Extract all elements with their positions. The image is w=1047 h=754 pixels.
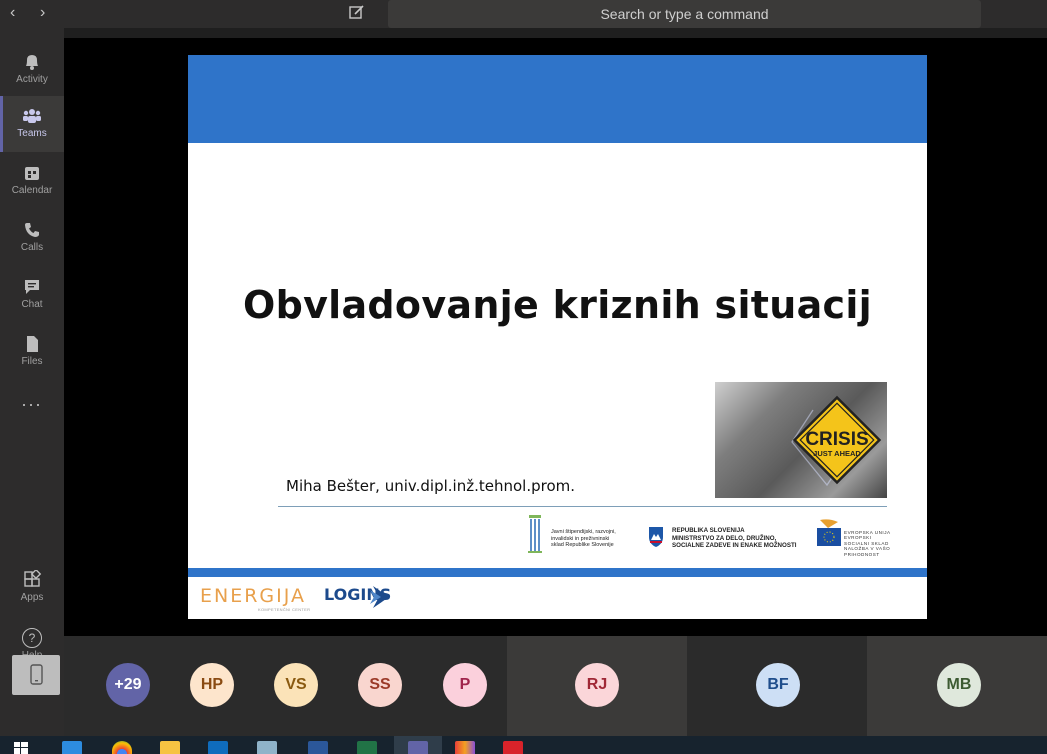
crisis-image: CRISIS JUST AHEAD bbox=[715, 382, 887, 498]
energija-logo: ENERGIJA bbox=[200, 585, 307, 607]
presentation-slide: Obvladovanje kriznih situacij Miha Bešte… bbox=[188, 55, 927, 619]
slide-header-band bbox=[188, 55, 927, 143]
rail-item-calendar[interactable]: Calendar bbox=[0, 153, 64, 209]
chat-icon bbox=[25, 280, 39, 294]
edge-icon[interactable] bbox=[62, 741, 82, 754]
more-icon: ... bbox=[21, 390, 43, 410]
participant-avatar[interactable]: VS bbox=[274, 663, 318, 707]
word-icon[interactable] bbox=[308, 741, 328, 754]
fund-logo: Javni štipendijski, razvojni, invalidski… bbox=[523, 513, 633, 555]
participant-avatar[interactable]: MB bbox=[937, 663, 981, 707]
more-apps-button[interactable]: ... bbox=[0, 390, 64, 417]
ministry-logo: REPUBLIKA SLOVENIJA MINISTRSTVO ZA DELO,… bbox=[646, 525, 806, 555]
participant-avatar[interactable]: SS bbox=[358, 663, 402, 707]
ministry-logo-text: REPUBLIKA SLOVENIJA MINISTRSTVO ZA DELO,… bbox=[672, 527, 797, 549]
search-input[interactable]: Search or type a command bbox=[388, 0, 981, 28]
compose-icon[interactable] bbox=[348, 3, 366, 21]
crisis-sign: CRISIS JUST AHEAD bbox=[791, 395, 882, 487]
rail-label: Chat bbox=[21, 299, 43, 310]
participant-avatar[interactable]: P bbox=[443, 663, 487, 707]
rail-label: Files bbox=[21, 356, 43, 367]
slide-footer-band bbox=[188, 568, 927, 577]
app-icon[interactable] bbox=[455, 741, 475, 754]
rail-label: Teams bbox=[17, 128, 47, 139]
rail-label: Calendar bbox=[11, 185, 53, 196]
calendar-icon bbox=[25, 167, 39, 180]
help-icon: ? bbox=[22, 628, 42, 648]
slide-divider bbox=[278, 506, 887, 507]
energija-logo-subtitle: KOMPETENČNI CENTER bbox=[258, 607, 311, 612]
bell-icon bbox=[26, 55, 38, 70]
device-button[interactable] bbox=[12, 655, 60, 695]
participant-avatar[interactable]: HP bbox=[190, 663, 234, 707]
slovenia-coat-of-arms-icon bbox=[649, 527, 663, 547]
app-rail: Activity Teams Calendar Calls Chat Files… bbox=[0, 28, 64, 736]
chrome-icon[interactable] bbox=[112, 741, 132, 754]
excel-icon[interactable] bbox=[357, 741, 377, 754]
eu-flag-icon bbox=[817, 519, 841, 546]
snipping-tool-icon[interactable] bbox=[257, 741, 277, 754]
slide-title: Obvladovanje kriznih situacij bbox=[242, 283, 873, 327]
forward-arrow-icon[interactable]: › bbox=[40, 4, 45, 22]
slide-author: Miha Bešter, univ.dipl.inž.tehnol.prom. bbox=[286, 477, 575, 495]
rail-item-apps[interactable]: Apps bbox=[0, 560, 64, 616]
teams-taskbar-icon[interactable] bbox=[408, 741, 428, 754]
rail-item-teams[interactable]: Teams bbox=[0, 96, 64, 152]
file-explorer-icon[interactable] bbox=[160, 741, 180, 754]
outlook-icon[interactable] bbox=[208, 741, 228, 754]
rail-item-files[interactable]: Files bbox=[0, 324, 64, 380]
apps-icon bbox=[24, 570, 42, 587]
os-taskbar bbox=[0, 736, 1047, 754]
participant-overflow-button[interactable]: +29 bbox=[106, 663, 150, 707]
eu-logo: EVROPSKA UNIJA EVROPSKI SOCIALNI SKLAD N… bbox=[816, 518, 916, 557]
rail-label: Calls bbox=[20, 242, 44, 253]
rail-item-chat[interactable]: Chat bbox=[0, 267, 64, 323]
eu-logo-text: EVROPSKA UNIJA EVROPSKI SOCIALNI SKLAD N… bbox=[844, 530, 891, 557]
crisis-sign-title: CRISIS bbox=[805, 429, 868, 450]
logins-arrow-icon bbox=[370, 586, 389, 608]
phone-icon bbox=[25, 223, 39, 237]
back-arrow-icon[interactable]: ‹ bbox=[10, 4, 15, 22]
windows-start-icon[interactable] bbox=[14, 742, 28, 754]
teams-icon bbox=[23, 109, 41, 123]
title-bar: ‹ › Search or type a command bbox=[0, 0, 1047, 28]
crisis-sign-subtitle: JUST AHEAD bbox=[813, 449, 861, 458]
rail-item-activity[interactable]: Activity bbox=[0, 42, 64, 98]
fund-logo-text: Javni štipendijski, razvojni, invalidski… bbox=[551, 529, 616, 548]
file-icon bbox=[27, 336, 38, 352]
participant-avatar[interactable]: BF bbox=[756, 663, 800, 707]
participant-strip: +29 HP VS SS P RJ BF MB bbox=[64, 636, 1047, 736]
column-logo-icon bbox=[528, 515, 542, 553]
participant-avatar[interactable]: RJ bbox=[575, 663, 619, 707]
acrobat-icon[interactable] bbox=[503, 741, 523, 754]
rail-item-calls[interactable]: Calls bbox=[0, 210, 64, 266]
rail-label: Apps bbox=[20, 592, 44, 603]
rail-label: Activity bbox=[16, 74, 48, 85]
mobile-device-icon bbox=[30, 664, 43, 685]
